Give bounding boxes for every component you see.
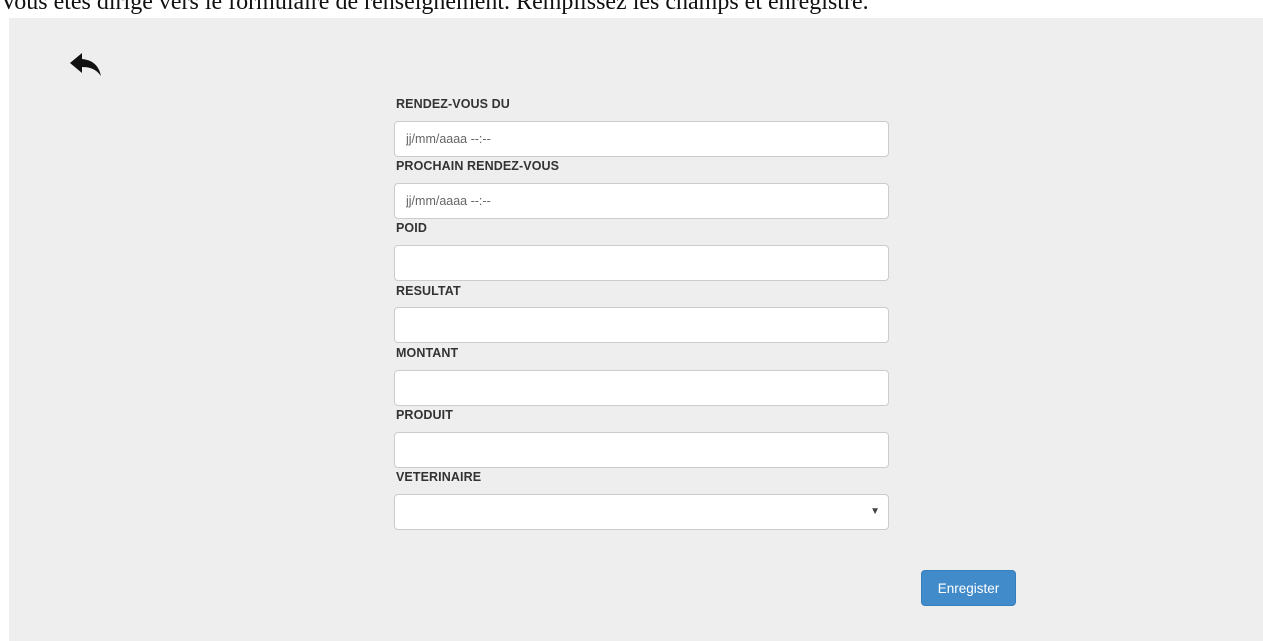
- save-button[interactable]: Enregister: [921, 570, 1016, 606]
- back-button[interactable]: [68, 50, 104, 80]
- prochain-rendezvous-input[interactable]: [394, 183, 889, 219]
- chevron-down-icon: ▼: [870, 506, 880, 517]
- resultat-input[interactable]: [394, 307, 889, 343]
- form-panel: RENDEZ-VOUS DU PROCHAIN RENDEZ-VOUS POID…: [9, 18, 1263, 641]
- montant-input[interactable]: [394, 370, 889, 406]
- info-banner: Vous êtes dirigé vers le formulaire de r…: [0, 0, 869, 15]
- label-rendezvous-du: RENDEZ-VOUS DU: [396, 97, 510, 111]
- label-prochain-rendezvous: PROCHAIN RENDEZ-VOUS: [396, 159, 560, 173]
- produit-input[interactable]: [394, 432, 889, 468]
- poid-input[interactable]: [394, 245, 889, 281]
- reply-arrow-icon: [70, 53, 101, 76]
- rendezvous-du-input[interactable]: [394, 121, 889, 157]
- label-veterinaire: VETERINAIRE: [396, 470, 482, 484]
- label-resultat: RESULTAT: [396, 284, 461, 298]
- label-montant: MONTANT: [396, 346, 459, 360]
- label-produit: PRODUIT: [396, 408, 453, 422]
- veterinaire-select[interactable]: ▼: [394, 494, 889, 530]
- label-poid: POID: [396, 221, 427, 235]
